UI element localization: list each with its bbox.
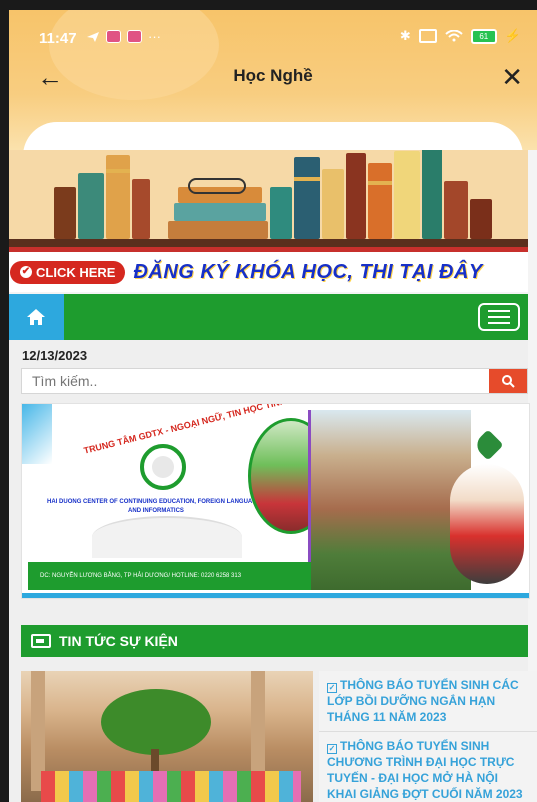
home-icon (27, 309, 45, 325)
shelf (9, 239, 528, 247)
books-banner-image (9, 150, 528, 247)
checkbox-icon: ✓ (327, 744, 337, 754)
page-title: Học Nghề (233, 66, 313, 85)
book-spine (174, 203, 266, 221)
hero-bottom-border (22, 593, 529, 598)
hamburger-menu-icon[interactable] (478, 303, 520, 331)
book-spine (444, 181, 468, 239)
search-icon (502, 375, 515, 388)
book-spine (422, 150, 442, 239)
title-bar: ← Học Nghề ✕ (9, 60, 537, 100)
charging-icon: ⚡ (504, 28, 521, 43)
main-navbar (9, 294, 528, 340)
hero-decoration (22, 404, 52, 464)
book-spine (78, 173, 104, 239)
search-button[interactable] (489, 369, 527, 393)
wifi-icon (445, 30, 463, 42)
status-time: 11:47 (39, 30, 77, 47)
newspaper-icon (31, 634, 51, 648)
heart-icon (472, 429, 504, 461)
hero-banner[interactable]: TRUNG TÂM GDTX - NGOẠI NGỮ, TIN HỌC TỈNH… (21, 403, 530, 599)
device-frame-top (0, 0, 537, 10)
news-section-header: TIN TỨC SỰ KIỆN (21, 625, 528, 657)
news-featured-photo[interactable] (21, 671, 313, 802)
click-here-button[interactable]: ✔ CLICK HERE (10, 260, 126, 284)
book-spine (132, 179, 150, 239)
news-item-title: THÔNG BÁO TUYỂN SINH CÁC LỚP BỒI DƯỠNG N… (327, 678, 519, 724)
news-item-2[interactable]: ✓ THÔNG BÁO TUYỂN SINH CHƯƠNG TRÌNH ĐẠI H… (319, 732, 537, 802)
check-circle-icon: ✔ (20, 266, 32, 278)
book-spine (368, 163, 392, 239)
graduation-photo (450, 464, 524, 584)
checkbox-icon: ✓ (327, 683, 337, 693)
open-book-image (92, 516, 242, 558)
book-spine (168, 221, 268, 239)
building-photo (308, 410, 471, 590)
home-button[interactable] (9, 294, 64, 340)
send-icon (87, 31, 99, 42)
status-more: ··· (148, 29, 161, 44)
glasses-image (188, 178, 246, 194)
click-here-label: CLICK HERE (36, 264, 116, 280)
book-spine (346, 153, 366, 239)
news-item-title: THÔNG BÁO TUYỂN SINH CHƯƠNG TRÌNH ĐẠI HỌ… (327, 739, 523, 801)
book-spine (54, 187, 76, 239)
search-bar (21, 368, 528, 394)
book-spine (270, 187, 292, 239)
news-section-title: TIN TỨC SỰ KIỆN (59, 633, 178, 649)
register-text[interactable]: ĐĂNG KÝ KHÓA HỌC, THI TẠI ĐÂY (133, 261, 482, 284)
status-notification-icons: ··· (86, 29, 161, 44)
close-icon[interactable]: ✕ (501, 62, 523, 93)
news-item-1[interactable]: ✓ THÔNG BÁO TUYỂN SINH CÁC LỚP BỒI DƯỠNG … (319, 671, 537, 732)
book-spine (394, 151, 420, 239)
register-banner[interactable]: ✔ CLICK HERE ĐĂNG KÝ KHÓA HỌC, THI TẠI Đ… (9, 252, 528, 292)
center-logo (140, 444, 186, 490)
battery-icon: 61 (470, 28, 497, 44)
book-spine (322, 169, 344, 239)
device-frame-left (0, 0, 9, 802)
tree-image (101, 689, 211, 755)
news-list: ✓ THÔNG BÁO TUYỂN SINH CÁC LỚP BỒI DƯỠNG … (319, 671, 537, 802)
status-system-icons: ✱ 61 ⚡ (400, 28, 521, 44)
center-name: HAI DUONG CENTER OF CONTINUING EDUCATION… (47, 499, 265, 514)
book-spine (470, 199, 492, 239)
screen-record-icon (418, 29, 437, 43)
header: 11:47 ··· ✱ 61 ⚡ ← Học Nghề ✕ (9, 10, 537, 182)
bluetooth-icon: ✱ (399, 28, 411, 43)
book-spine (294, 157, 320, 239)
app-screen: 11:47 ··· ✱ 61 ⚡ ← Học Nghề ✕ ✔ CLICK HE… (9, 10, 537, 802)
hero-address-bar: DC: NGUYỄN LƯƠNG BẰNG, TP HẢI DƯƠNG/ HOT… (28, 562, 311, 590)
book-spine (106, 155, 130, 239)
app-notification-icon-2 (127, 30, 142, 43)
search-input[interactable] (30, 369, 484, 393)
app-notification-icon (106, 30, 121, 43)
people-image (41, 771, 301, 802)
current-date: 12/13/2023 (22, 348, 88, 363)
